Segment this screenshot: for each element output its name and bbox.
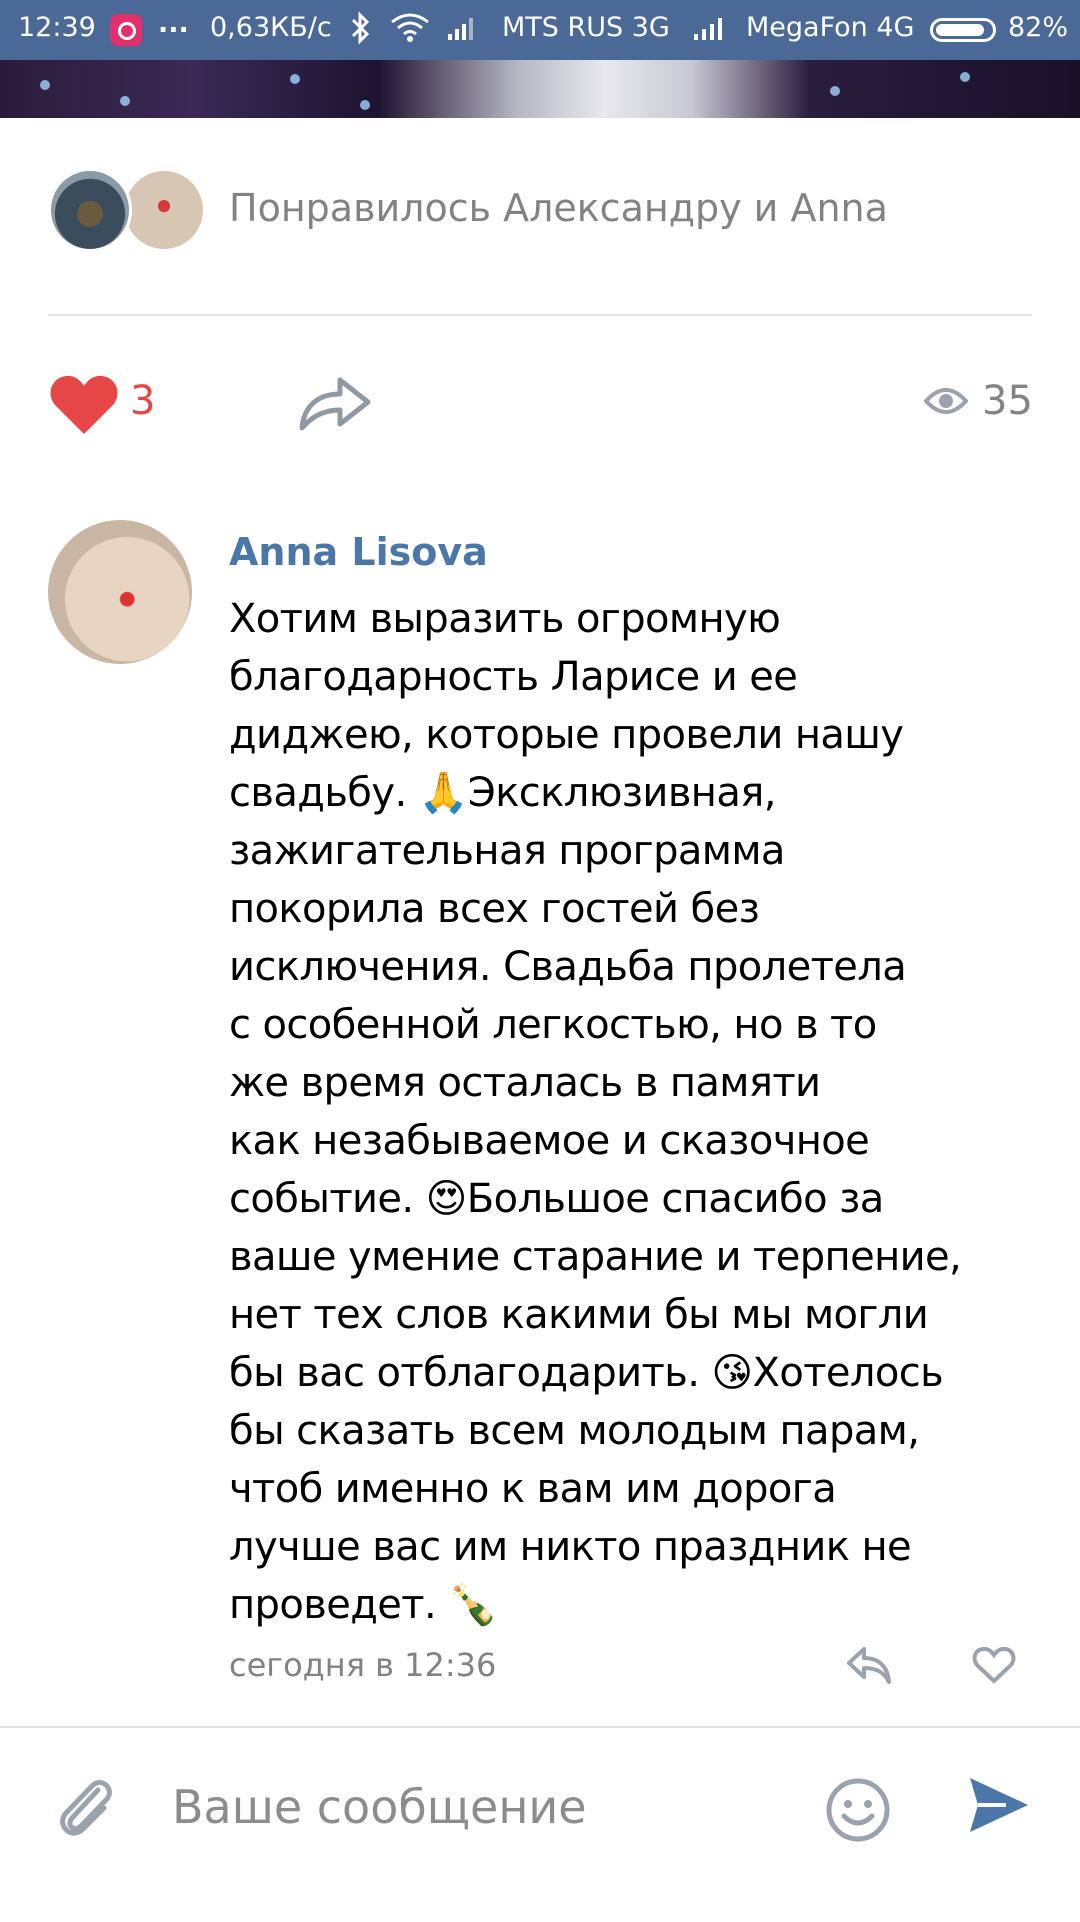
status-time: 12:39 [18,12,96,43]
battery-percent: 82% [1008,12,1069,43]
signal-icon-sim1 [448,18,473,40]
operator-1: MTS RUS 3G [502,12,670,43]
comment-author[interactable]: Anna Lisova [229,530,488,574]
network-speed: 0,63КБ/с [210,12,332,43]
paperclip-icon[interactable] [54,1770,118,1842]
signal-icon-sim2 [694,18,722,40]
more-notifications: ... [158,8,189,39]
instagram-icon [110,14,142,46]
battery-icon [930,18,996,42]
liked-by-row[interactable]: Понравилось Александру и Anna [48,168,1038,252]
avatar[interactable] [48,520,192,664]
post-photo[interactable] [0,60,1080,118]
heart-icon[interactable] [48,372,120,436]
heart-outline-icon[interactable] [972,1646,1016,1684]
likes-count[interactable]: 3 [130,378,155,424]
liked-by-text: Понравилось Александру и Anna [229,186,888,230]
share-icon[interactable] [298,372,372,432]
comment-text: Хотим выразить огромную благодарность Ла… [229,596,962,1628]
message-input[interactable] [170,1758,794,1856]
emoji-icon[interactable] [826,1778,890,1842]
operator-2: MegaFon 4G [746,12,915,43]
comment-timestamp: сегодня в 12:36 [229,1646,497,1684]
reply-icon[interactable] [846,1645,892,1685]
status-bar: 12:39 ... 0,63КБ/с MTS RUS 3G MegaFon 4G… [0,0,1080,60]
send-icon[interactable] [966,1772,1032,1838]
wifi-icon [391,13,429,42]
avatar [48,168,132,252]
eye-icon [924,388,968,414]
message-composer [0,1726,1080,1922]
bluetooth-icon [351,11,370,45]
views-count: 35 [982,378,1033,424]
divider [48,314,1032,316]
avatar [122,168,206,252]
